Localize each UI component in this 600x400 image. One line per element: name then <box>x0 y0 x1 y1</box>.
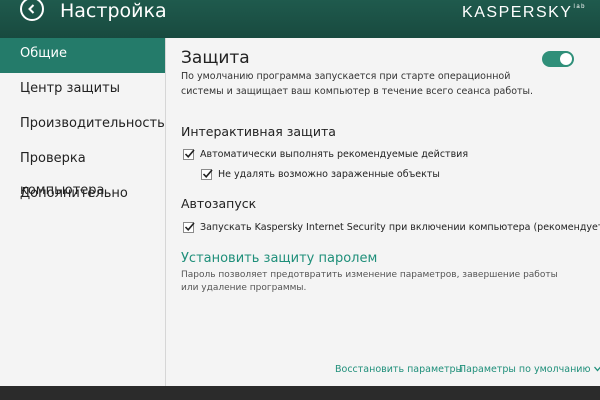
set-password-link[interactable]: Установить защиту паролем <box>181 251 377 266</box>
sidebar-item-performance[interactable]: Производительность <box>0 108 165 143</box>
restore-settings-link[interactable]: Восстановить параметры <box>335 364 463 375</box>
arrow-left-icon <box>28 4 35 14</box>
checkmark-icon <box>202 169 213 178</box>
auto-actions-checkbox[interactable] <box>183 149 195 160</box>
sidebar-item-protection-center[interactable]: Центр защиты <box>0 73 165 108</box>
no-delete-label: Не удалять возможно зараженные объекты <box>218 169 440 180</box>
auto-actions-checkbox-row[interactable]: Автоматически выполнять рекомендуемые де… <box>183 149 468 160</box>
defaults-label: Параметры по умолчанию <box>459 364 591 375</box>
section-title: Защита <box>181 48 250 68</box>
main-panel: Защита По умолчанию программа запускаетс… <box>166 38 600 386</box>
autorun-heading: Автозапуск <box>181 196 257 211</box>
bottom-bar <box>0 386 600 400</box>
checkmark-icon <box>184 149 195 158</box>
sidebar-item-advanced[interactable]: Дополнительно <box>0 178 165 213</box>
window-title: Настройка <box>60 0 167 22</box>
kaspersky-logo: KASPERSKYlab <box>462 4 586 21</box>
password-description: Пароль позволяет предотвратить изменение… <box>181 270 558 293</box>
toggle-knob <box>560 53 572 65</box>
title-bar: Настройка KASPERSKYlab <box>0 0 600 38</box>
auto-actions-label: Автоматически выполнять рекомендуемые де… <box>200 149 469 160</box>
back-button[interactable] <box>20 0 44 21</box>
no-delete-checkbox[interactable] <box>201 169 213 180</box>
autorun-checkbox-row[interactable]: Запускать Kaspersky Internet Security пр… <box>183 222 600 233</box>
autorun-label: Запускать Kaspersky Internet Security пр… <box>200 222 600 233</box>
defaults-link[interactable]: Параметры по умолчанию <box>459 364 600 375</box>
sidebar-item-computer-scan[interactable]: Проверка компьютера <box>0 143 165 198</box>
protection-toggle[interactable] <box>542 51 574 67</box>
interactive-protection-heading: Интерактивная защита <box>181 124 336 139</box>
sidebar: Общие Центр защиты Производительность Пр… <box>0 38 166 386</box>
chevron-down-icon <box>594 366 600 372</box>
no-delete-checkbox-row[interactable]: Не удалять возможно зараженные объекты <box>201 169 440 180</box>
autorun-checkbox[interactable] <box>183 222 195 233</box>
settings-window: Настройка KASPERSKYlab Общие Центр защит… <box>0 0 600 400</box>
checkmark-icon <box>184 222 195 231</box>
sidebar-item-general[interactable]: Общие <box>0 38 165 73</box>
protection-description: По умолчанию программа запускается при с… <box>181 71 534 97</box>
